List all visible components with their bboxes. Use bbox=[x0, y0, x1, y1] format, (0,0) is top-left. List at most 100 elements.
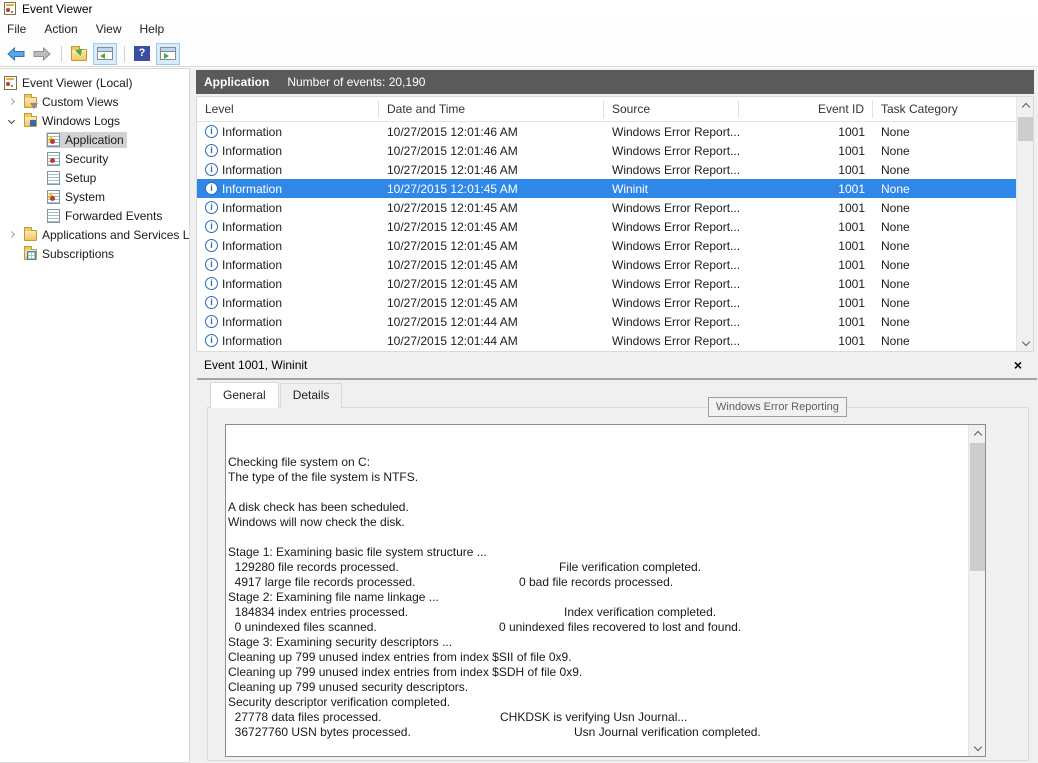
tree-item-windows-logs[interactable]: Windows Logs bbox=[0, 111, 189, 130]
action-pane-toggle-button[interactable] bbox=[156, 43, 180, 65]
table-row[interactable]: Information10/27/2015 12:01:45 AMWindows… bbox=[197, 217, 1033, 236]
column-header-level[interactable]: Level bbox=[197, 100, 379, 118]
scroll-down-icon[interactable] bbox=[969, 741, 986, 756]
help-icon bbox=[134, 46, 150, 61]
level-text: Information bbox=[222, 334, 282, 348]
cell-event-id: 1001 bbox=[739, 277, 873, 291]
information-icon bbox=[205, 201, 218, 214]
cell-level: Information bbox=[197, 144, 379, 158]
table-row[interactable]: Information10/27/2015 12:01:45 AMWindows… bbox=[197, 198, 1033, 217]
cell-event-id: 1001 bbox=[739, 220, 873, 234]
tree-item-body: Forwarded Events bbox=[46, 208, 165, 224]
information-icon bbox=[205, 239, 218, 252]
tree-item-label: Windows Logs bbox=[42, 114, 120, 128]
cell-level: Information bbox=[197, 315, 379, 329]
column-header-source[interactable]: Source bbox=[604, 100, 739, 118]
table-row[interactable]: Information10/27/2015 12:01:44 AMWindows… bbox=[197, 312, 1033, 331]
cell-level: Information bbox=[197, 220, 379, 234]
open-saved-log-icon bbox=[71, 49, 87, 61]
cell-source: Windows Error Report... bbox=[604, 201, 739, 215]
chevron-right-icon[interactable] bbox=[7, 99, 23, 104]
tree-item-application[interactable]: Application bbox=[0, 130, 189, 149]
level-text: Information bbox=[222, 315, 282, 329]
scroll-up-icon[interactable] bbox=[1017, 97, 1034, 112]
cell-datetime: 10/27/2015 12:01:45 AM bbox=[379, 277, 604, 291]
console-tree-toggle-icon bbox=[97, 47, 113, 60]
description-line: 27778 data files processed.CHKDSK is ver… bbox=[228, 710, 967, 725]
cell-level: Information bbox=[197, 201, 379, 215]
event-list-scrollbar[interactable] bbox=[1016, 97, 1033, 351]
tree-item-setup[interactable]: Setup bbox=[0, 168, 189, 187]
table-row[interactable]: Information10/27/2015 12:01:45 AMWininit… bbox=[197, 179, 1033, 198]
scroll-up-icon[interactable] bbox=[969, 425, 986, 440]
cell-datetime: 10/27/2015 12:01:44 AM bbox=[379, 334, 604, 348]
description-line: Stage 3: Examining security descriptors … bbox=[228, 635, 967, 650]
tree-item-forwarded-events[interactable]: Forwarded Events bbox=[0, 206, 189, 225]
cell-task-category: None bbox=[873, 277, 1033, 291]
table-row[interactable]: Information10/27/2015 12:01:44 AMWindows… bbox=[197, 331, 1033, 350]
title-bar: Event Viewer bbox=[0, 0, 1038, 17]
sidebar-tree: Event Viewer (Local) Custom Views Windows … bbox=[0, 68, 190, 763]
tree-item-body: Subscriptions bbox=[23, 246, 117, 262]
tree-item-subscriptions[interactable]: Subscriptions bbox=[0, 244, 189, 263]
description-line: Security descriptor verification complet… bbox=[228, 695, 967, 710]
information-icon bbox=[205, 163, 218, 176]
description-line bbox=[228, 530, 967, 545]
cell-datetime: 10/27/2015 12:01:45 AM bbox=[379, 220, 604, 234]
table-row[interactable]: Information10/27/2015 12:01:46 AMWindows… bbox=[197, 122, 1033, 141]
description-scrollbar[interactable] bbox=[968, 425, 985, 756]
tree-item-label: Event Viewer (Local) bbox=[22, 76, 133, 90]
tree-item-label: Application bbox=[65, 133, 124, 147]
help-button[interactable] bbox=[130, 43, 154, 65]
table-row[interactable]: Information10/27/2015 12:01:46 AMWindows… bbox=[197, 160, 1033, 179]
tab-general[interactable]: General bbox=[210, 382, 279, 408]
tree-item-body: Custom Views bbox=[23, 94, 121, 110]
tree-item-custom-views[interactable]: Custom Views bbox=[0, 92, 189, 111]
table-row[interactable]: Information10/27/2015 12:01:45 AMWindows… bbox=[197, 274, 1033, 293]
event-list-scroll-thumb[interactable] bbox=[1018, 117, 1033, 141]
open-saved-log-button[interactable] bbox=[67, 43, 91, 65]
description-scroll-thumb[interactable] bbox=[970, 443, 985, 571]
tree-item-label: System bbox=[65, 190, 105, 204]
cell-level: Information bbox=[197, 125, 379, 139]
close-icon[interactable]: × bbox=[1014, 358, 1022, 372]
back-button[interactable] bbox=[4, 43, 28, 65]
column-header-date-and-time[interactable]: Date and Time bbox=[379, 100, 604, 118]
chevron-right-icon[interactable] bbox=[7, 232, 23, 237]
tab-details[interactable]: Details bbox=[280, 383, 343, 408]
cell-task-category: None bbox=[873, 163, 1033, 177]
tree-item-label: Subscriptions bbox=[42, 247, 114, 261]
tree-item-label: Custom Views bbox=[42, 95, 118, 109]
description-line: The type of the file system is NTFS. bbox=[228, 470, 967, 485]
information-icon bbox=[205, 277, 218, 290]
table-row[interactable]: Information10/27/2015 12:01:45 AMWindows… bbox=[197, 293, 1033, 312]
toolbar-separator bbox=[61, 46, 62, 62]
doc-err-icon bbox=[47, 152, 60, 166]
tree-item-applications-and-services-lo[interactable]: Applications and Services Lo bbox=[0, 225, 189, 244]
menu-item-action[interactable]: Action bbox=[44, 19, 87, 39]
tree-item-body: Windows Logs bbox=[23, 113, 123, 129]
cell-event-id: 1001 bbox=[739, 125, 873, 139]
table-row[interactable]: Information10/27/2015 12:01:45 AMWindows… bbox=[197, 255, 1033, 274]
description-line: A disk check has been scheduled. bbox=[228, 500, 967, 515]
menu-item-view[interactable]: View bbox=[96, 19, 132, 39]
column-header-event-id[interactable]: Event ID bbox=[739, 100, 873, 118]
scroll-down-icon[interactable] bbox=[1017, 336, 1034, 351]
chevron-down-icon[interactable] bbox=[7, 118, 23, 123]
tree-item-body: System bbox=[46, 189, 108, 205]
menu-item-file[interactable]: File bbox=[7, 19, 36, 39]
tree-item-label: Security bbox=[65, 152, 108, 166]
table-row[interactable]: Information10/27/2015 12:01:45 AMWindows… bbox=[197, 236, 1033, 255]
tree-item-security[interactable]: Security bbox=[0, 149, 189, 168]
menu-item-help[interactable]: Help bbox=[140, 19, 175, 39]
level-text: Information bbox=[222, 163, 282, 177]
table-row[interactable]: Information10/27/2015 12:01:46 AMWindows… bbox=[197, 141, 1033, 160]
cell-task-category: None bbox=[873, 220, 1033, 234]
column-header-task-category[interactable]: Task Category bbox=[873, 100, 1033, 118]
tree-item-label: Forwarded Events bbox=[65, 209, 162, 223]
console-tree-toggle-button[interactable] bbox=[93, 43, 117, 65]
forward-button[interactable] bbox=[30, 43, 54, 65]
level-text: Information bbox=[222, 277, 282, 291]
tree-item-event-viewer-local[interactable]: Event Viewer (Local) bbox=[0, 73, 189, 92]
tree-item-system[interactable]: System bbox=[0, 187, 189, 206]
